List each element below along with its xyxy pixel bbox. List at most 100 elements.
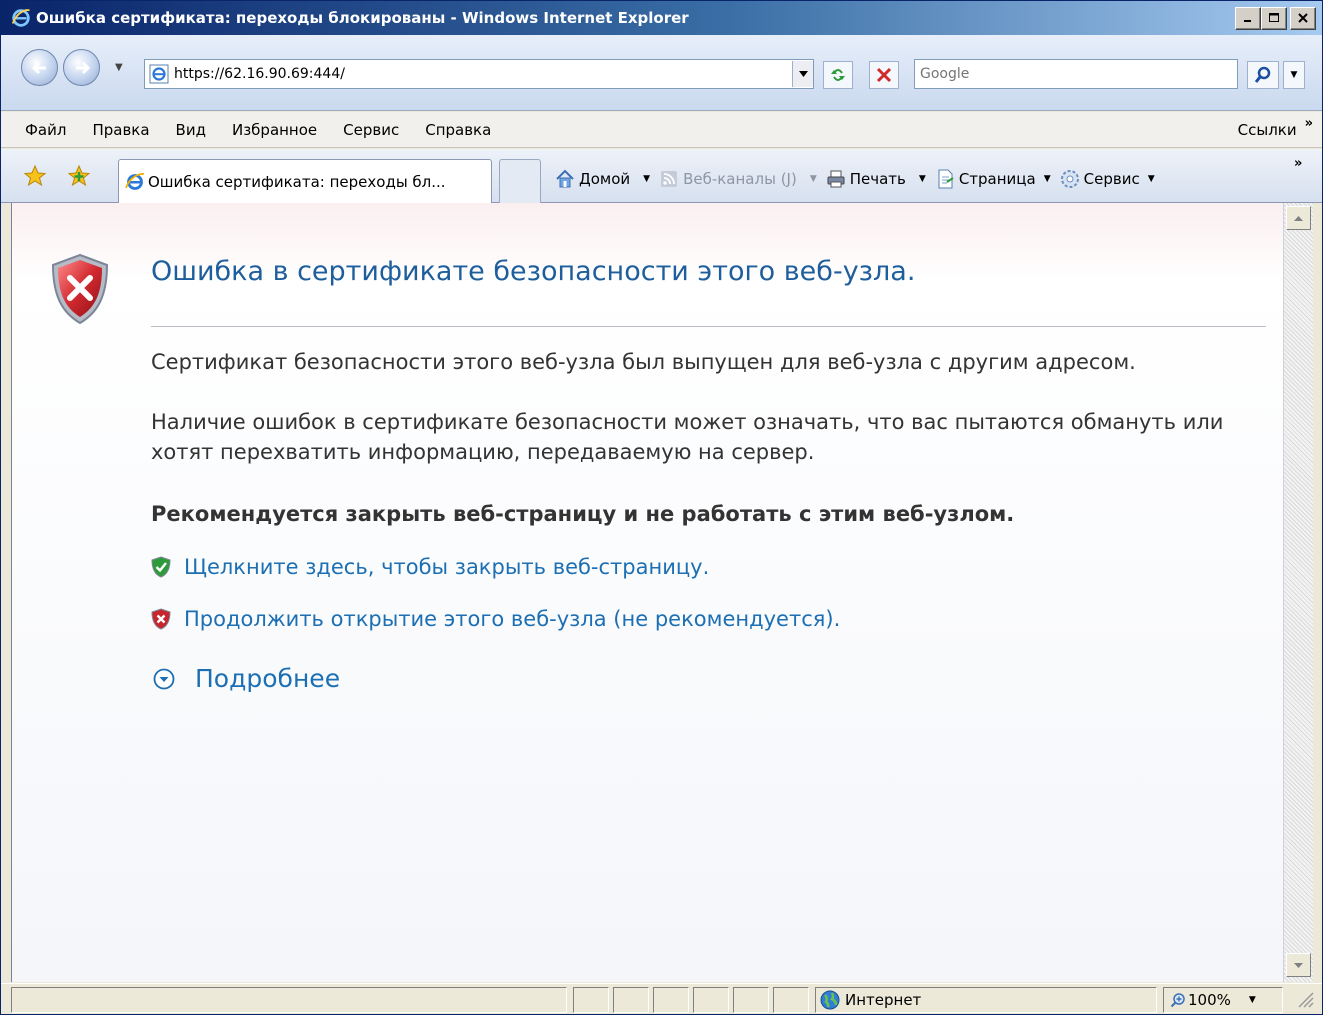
command-bar-chevron[interactable]: » [1294,156,1302,171]
security-zone[interactable]: Интернет [815,987,1157,1013]
zoom-dropdown[interactable]: ▼ [1249,995,1256,1005]
menu-edit[interactable]: Правка [79,121,162,139]
stop-button[interactable] [869,61,899,89]
status-text-panel [11,987,567,1013]
more-info-label[interactable]: Подробнее [195,664,340,693]
status-panel [733,987,769,1013]
menu-help[interactable]: Справка [412,121,504,139]
home-button[interactable]: Домой ▼ [554,168,650,190]
recommendation-text: Рекомендуется закрыть веб-страницу и не … [151,502,1015,526]
favorites-center-icon[interactable] [23,164,47,188]
page-title: Ошибка в сертификате безопасности этого … [151,256,916,287]
close-page-link-text[interactable]: Щелкните здесь, чтобы закрыть веб-страни… [184,555,709,579]
ie-page-icon [125,172,145,190]
status-panel [653,987,689,1013]
status-panel [573,987,609,1013]
home-icon [556,169,574,188]
maximize-icon [1269,13,1279,22]
title-bar: Ошибка сертификата: переходы блокированы… [1,1,1322,35]
green-shield-icon [151,556,171,578]
close-button[interactable] [1290,6,1316,30]
ie-logo-icon [11,9,31,27]
gear-icon [1060,170,1079,188]
window-title: Ошибка сертификата: переходы блокированы… [36,9,689,27]
caption-buttons [1235,6,1316,30]
feeds-label: Веб-каналы (J) [683,170,797,188]
feeds-button[interactable]: Веб-каналы (J) ▼ [658,168,817,190]
back-arrow-icon [31,61,46,75]
refresh-button[interactable] [823,61,853,89]
scroll-down-button[interactable] [1286,953,1311,977]
links-chevron[interactable]: » [1305,116,1322,131]
page-dropdown[interactable]: ▼ [1044,174,1051,184]
address-bar[interactable]: https://62.16.90.69:444/ [144,59,814,89]
status-panel [693,987,729,1013]
menu-view[interactable]: Вид [163,121,219,139]
forward-button[interactable] [63,49,100,86]
forward-arrow-icon [76,61,91,75]
tab-title: Ошибка сертификата: переходы бл... [148,173,446,191]
close-page-link[interactable]: Щелкните здесь, чтобы закрыть веб-страни… [151,555,709,579]
zoom-icon [1170,993,1185,1008]
continue-link-text[interactable]: Продолжить открытие этого веб-узла (не р… [184,607,840,631]
resize-grip-icon[interactable] [1293,987,1315,1009]
vertical-scrollbar[interactable] [1283,203,1313,982]
feeds-dropdown[interactable]: ▼ [810,174,817,184]
refresh-icon [831,69,845,81]
printer-icon [827,170,845,188]
search-box[interactable] [914,59,1238,89]
new-tab-button[interactable] [499,159,541,204]
tools-dropdown[interactable]: ▼ [1148,174,1155,184]
menu-bar: Файл Правка Вид Избранное Сервис Справка… [1,112,1322,148]
rss-feed-icon [661,171,678,187]
scroll-down-icon [1294,963,1303,968]
ie-window: Ошибка сертификата: переходы блокированы… [0,0,1323,1015]
status-panel [773,987,809,1013]
home-dropdown[interactable]: ▼ [643,174,650,184]
tab-current[interactable]: Ошибка сертификата: переходы бл... [118,159,492,204]
recent-pages-dropdown[interactable]: ▼ [115,62,123,73]
print-label: Печать [849,170,906,188]
back-button[interactable] [21,49,58,86]
address-url[interactable]: https://62.16.90.69:444/ [174,66,792,82]
print-button[interactable]: Печать ▼ [825,168,926,190]
error-shield-icon [51,253,109,325]
menu-favorites[interactable]: Избранное [219,121,330,139]
expand-circle-icon [153,668,175,689]
search-options-dropdown[interactable]: ▼ [1283,61,1305,89]
description-text: Сертификат безопасности этого веб-узла б… [151,350,1136,374]
status-bar: Интернет 100% ▼ [1,983,1322,1014]
page-label: Страница [958,170,1036,188]
minimize-icon [1244,20,1251,22]
warning-text: Наличие ошибок в сертификате безопасност… [151,410,1224,464]
scroll-up-button[interactable] [1286,206,1311,230]
red-shield-icon [151,608,171,630]
command-buttons: Домой ▼ Веб-каналы (J) ▼ Печать ▼ Страни… [554,161,1163,197]
search-button[interactable] [1247,61,1279,89]
links-toolbar[interactable]: Ссылки [1238,121,1305,139]
search-input[interactable] [915,60,1237,88]
add-to-favorites-icon[interactable] [67,164,91,188]
scroll-up-icon [1294,216,1303,221]
stop-icon [876,67,892,83]
page-icon [938,169,954,189]
zoom-level: 100% [1188,991,1231,1009]
close-icon [1298,13,1308,23]
page-menu-button[interactable]: Страница ▼ [934,168,1051,190]
search-icon [1254,66,1271,83]
zone-label: Интернет [845,991,922,1009]
more-info-toggle[interactable]: Подробнее [153,664,340,693]
address-dropdown-button[interactable] [792,61,813,87]
menu-tools[interactable]: Сервис [330,121,412,139]
continue-to-site-link[interactable]: Продолжить открытие этого веб-узла (не р… [151,607,840,631]
chevron-down-icon [798,71,808,77]
maximize-button[interactable] [1261,6,1287,30]
home-label: Домой [579,170,631,188]
print-dropdown[interactable]: ▼ [919,174,926,184]
title-divider [151,326,1266,327]
tools-menu-button[interactable]: Сервис ▼ [1059,168,1155,190]
menu-file[interactable]: Файл [1,121,79,139]
status-panel [613,987,649,1013]
minimize-button[interactable] [1235,6,1261,30]
zoom-control[interactable]: 100% ▼ [1163,987,1283,1013]
